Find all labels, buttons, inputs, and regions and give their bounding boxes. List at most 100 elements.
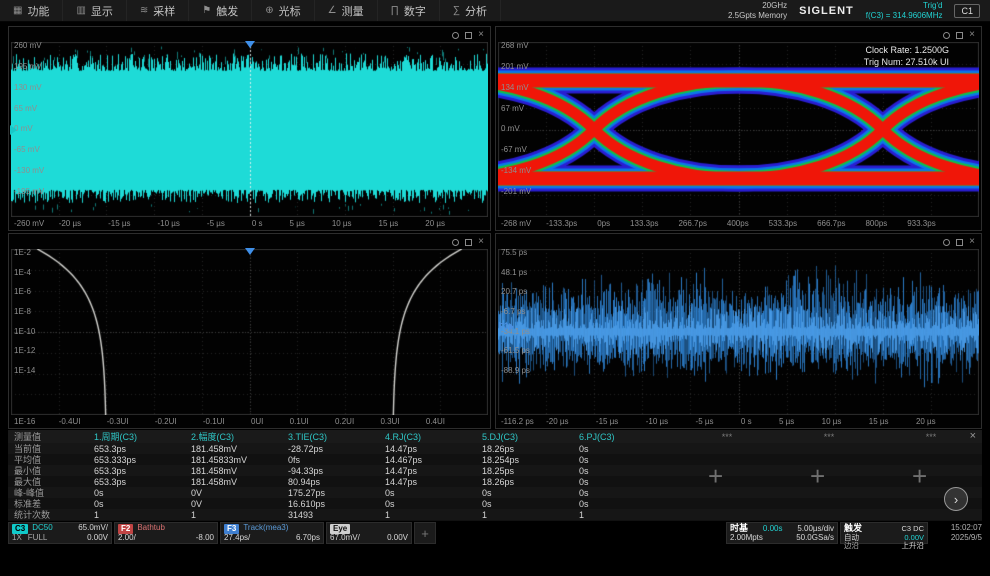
maximize-icon[interactable] [465, 32, 472, 39]
empty-measurement-slot[interactable]: *** [676, 432, 778, 442]
measurement-value: 0s [482, 488, 579, 498]
f3-descriptor[interactable]: F3 Track(mea3) 27.4ps/ 6.70ps [220, 522, 324, 544]
measurement-value: 1 [385, 510, 482, 520]
bathtub-canvas[interactable] [11, 249, 488, 415]
add-measurement-button[interactable]: + [912, 463, 927, 489]
c3-probe: 1X [12, 534, 22, 543]
empty-measurement-slot[interactable]: *** [778, 432, 880, 442]
f2-descriptor[interactable]: F2 Bathtub 2.00/ -8.00 [114, 522, 218, 544]
menu-item-label: 光标 [279, 3, 301, 19]
measurement-header-row: 测量值1.周期(C3)2.幅度(C3)3.TIE(C3)4.RJ(C3)5.DJ… [8, 430, 982, 443]
f2-function: Bathtub [137, 524, 165, 533]
empty-measurement-slot[interactable]: *** [880, 432, 982, 442]
menu-item-label: 功能 [27, 3, 49, 19]
menu-item-cursor[interactable]: ⊕光标 [252, 0, 314, 21]
record-icon[interactable] [452, 32, 459, 39]
measurement-value: 0V [191, 488, 288, 498]
tick-label: 933.3ps [907, 219, 935, 228]
add-trace-button[interactable]: + [414, 522, 436, 544]
top-menu-bar: ▦功能▥显示≋采样⚑触发⊕光标∠测量∏数字∑分析 20GHz 2.5Gpts M… [0, 0, 990, 22]
record-icon[interactable] [452, 239, 459, 246]
close-measure-icon[interactable]: × [970, 430, 976, 442]
close-icon[interactable]: × [969, 30, 975, 40]
measurement-value: 0s [579, 488, 676, 498]
tick-label: -0.3UI [107, 417, 129, 426]
measurement-table: 测量值1.周期(C3)2.幅度(C3)3.TIE(C3)4.RJ(C3)5.DJ… [8, 430, 982, 521]
f3-scale: 27.4ps/ [224, 534, 250, 543]
tick-label: 133.3ps [630, 219, 658, 228]
trigger-position-marker[interactable] [245, 248, 255, 255]
eye-descriptor[interactable]: Eye 67.0mV/ 0.00V [326, 522, 412, 544]
maximize-icon[interactable] [956, 32, 963, 39]
tick-label: -10 µs [646, 417, 668, 426]
close-icon[interactable]: × [478, 237, 484, 247]
menu-item-acquire[interactable]: ≋采样 [127, 0, 189, 21]
tick-label: 0.4UI [426, 417, 445, 426]
measurement-column-header[interactable]: 2.幅度(C3) [191, 430, 288, 443]
corner-label: 1E-16 [14, 417, 35, 426]
menu-item-measure[interactable]: ∠测量 [315, 0, 378, 21]
channel-offset-marker[interactable] [10, 125, 17, 135]
tick-label: 0 s [252, 219, 263, 228]
x-axis-row: 1E-16 -0.4UI-0.3UI-0.2UI-0.1UI0UI0.1UI0.… [11, 416, 488, 427]
channel-indicator-c1[interactable]: C1 [954, 4, 980, 18]
measurement-row: 峰-峰值0s0V175.27ps0s0s0s [8, 487, 982, 498]
track-plot-area: 75.5 ps48.1 ps20.7 ps-6.7 ps-34.1 ps-61.… [498, 249, 979, 415]
measurement-column-header[interactable]: 6.PJ(C3) [579, 432, 676, 442]
menu-item-label: 分析 [465, 3, 487, 19]
x-axis-row: -260 mV -20 µs-15 µs-10 µs-5 µs0 s5 µs10… [11, 218, 488, 229]
measurement-row: 统计次数1131493111 [8, 509, 982, 520]
channel-c3-descriptor[interactable]: C3 DC50 65.0mV/ 1X FULL 0.00V [8, 522, 112, 544]
quick-menu-button[interactable]: › [944, 487, 968, 511]
memory-label: 2.5Gpts Memory [728, 11, 787, 21]
measurement-column-header[interactable]: 4.RJ(C3) [385, 432, 482, 442]
tick-label: 0UI [251, 417, 263, 426]
add-measurement-button[interactable]: + [810, 463, 825, 489]
x-axis-labels: -0.4UI-0.3UI-0.2UI-0.1UI0UI0.1UI0.2UI0.3… [59, 417, 445, 426]
maximize-icon[interactable] [956, 239, 963, 246]
trigger-position-marker[interactable] [245, 41, 255, 48]
measurement-value: 0s [579, 477, 676, 487]
measurement-value: 0s [94, 499, 191, 509]
panel-toolbar: × [943, 30, 975, 40]
utility-icon: ▦ [13, 5, 22, 16]
menu-item-digital[interactable]: ∏数字 [378, 0, 440, 21]
tick-label: 0.1UI [290, 417, 309, 426]
measurement-column-header[interactable]: 3.TIE(C3) [288, 432, 385, 442]
timebase-descriptor[interactable]: 时基 0.00s 5.00µs/div 2.00Mpts 50.0GSa/s [726, 522, 838, 544]
f2-scale: 2.00/ [118, 534, 136, 543]
measurement-column-header[interactable]: 5.DJ(C3) [482, 432, 579, 442]
f3-trace-marker[interactable]: F3 [499, 322, 514, 331]
record-icon[interactable] [943, 32, 950, 39]
track-canvas[interactable] [498, 249, 979, 415]
trigger-icon: ⚑ [202, 5, 211, 16]
menu-item-trigger[interactable]: ⚑触发 [189, 0, 252, 21]
tick-label: -0.2UI [155, 417, 177, 426]
measurement-value: 0s [579, 455, 676, 465]
tick-label: -0.1UI [203, 417, 225, 426]
measurement-value: 0s [385, 499, 482, 509]
menu-item-utility[interactable]: ▦ 功能 [0, 0, 63, 21]
timebase-points: 2.00Mpts [730, 534, 763, 543]
maximize-icon[interactable] [465, 239, 472, 246]
tick-label: 15 µs [869, 417, 889, 426]
measurement-row: 最小值653.3ps181.458mV-94.33ps14.47ps18.25p… [8, 465, 982, 476]
close-icon[interactable]: × [969, 237, 975, 247]
close-icon[interactable]: × [478, 30, 484, 40]
waveform-canvas[interactable] [11, 42, 488, 217]
measurement-value: 18.254ps [482, 455, 579, 465]
measurement-row: 平均值653.333ps181.45833mV0fs14.467ps18.254… [8, 454, 982, 465]
measurement-column-header[interactable]: 1.周期(C3) [94, 430, 191, 443]
menu-items: ▦ 功能 ▥显示≋采样⚑触发⊕光标∠测量∏数字∑分析 [0, 0, 501, 21]
measure-icon: ∠ [328, 5, 337, 16]
measurement-value: -28.72ps [288, 444, 385, 454]
measurement-value: 653.3ps [94, 444, 191, 454]
record-icon[interactable] [943, 239, 950, 246]
trigger-descriptor[interactable]: 触发 C3 DC 自动 0.00V 边沿 上升沿 [840, 522, 928, 544]
measurement-value: 1 [482, 510, 579, 520]
add-measurement-button[interactable]: + [708, 463, 723, 489]
f3-function: Track(mea3) [243, 524, 288, 533]
menu-item-display[interactable]: ▥显示 [63, 0, 126, 21]
menu-item-analysis[interactable]: ∑分析 [440, 0, 501, 21]
f2-offset: -8.00 [196, 534, 214, 543]
